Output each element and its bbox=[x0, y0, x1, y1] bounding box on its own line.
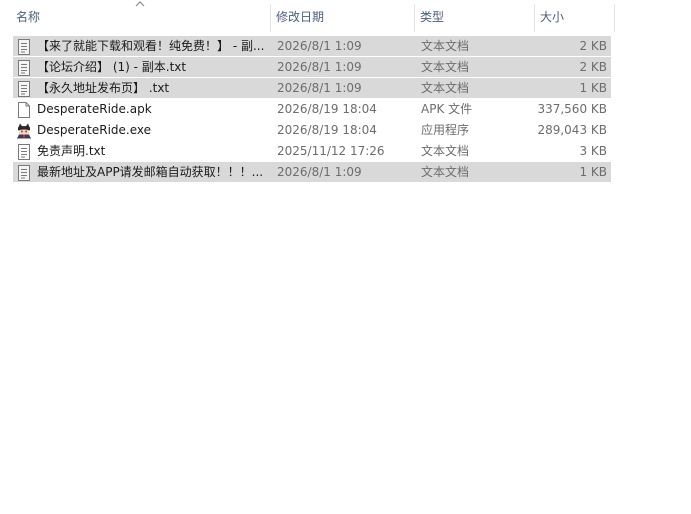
file-type: 文本文档 bbox=[421, 60, 470, 74]
file-row[interactable]: 【永久地址发布页】 .txt 2026/8/1 1:09 文本文档 1 KB bbox=[13, 78, 611, 99]
file-type: 文本文档 bbox=[421, 144, 470, 158]
column-header-size[interactable]: 大小 bbox=[534, 0, 614, 34]
file-date: 2026/8/1 1:09 bbox=[277, 60, 362, 74]
text-document-icon bbox=[18, 60, 30, 76]
blank-file-icon bbox=[18, 102, 30, 118]
file-type: APK 文件 bbox=[421, 102, 473, 116]
file-type: 文本文档 bbox=[421, 81, 470, 95]
column-header-bar: 名称 修改日期 类型 大小 bbox=[0, 0, 691, 34]
file-name: 【论坛介绍】 (1) - 副本.txt bbox=[37, 60, 187, 74]
file-name: 【来了就能下载和观看！纯免费！】 - 副... bbox=[37, 39, 265, 53]
file-row[interactable]: DesperateRide.exe 2026/8/19 18:04 应用程序 2… bbox=[13, 120, 611, 141]
file-size: 2 KB bbox=[579, 60, 607, 74]
file-name: DesperateRide.exe bbox=[37, 123, 152, 137]
file-name: DesperateRide.apk bbox=[37, 102, 152, 116]
column-header-name[interactable]: 名称 bbox=[10, 0, 270, 34]
file-date: 2026/8/19 18:04 bbox=[277, 123, 377, 137]
file-row[interactable]: 【论坛介绍】 (1) - 副本.txt 2026/8/1 1:09 文本文档 2… bbox=[13, 57, 611, 78]
text-document-icon bbox=[18, 165, 30, 181]
column-divider[interactable] bbox=[614, 4, 615, 32]
file-date: 2026/8/19 18:04 bbox=[277, 102, 377, 116]
file-date: 2026/8/1 1:09 bbox=[277, 165, 362, 179]
file-name: 最新地址及APP请发邮箱自动获取！！！... bbox=[37, 165, 264, 179]
file-type: 文本文档 bbox=[421, 165, 470, 179]
column-header-type[interactable]: 类型 bbox=[414, 0, 534, 34]
file-size: 1 KB bbox=[579, 81, 607, 95]
app-character-icon bbox=[17, 123, 31, 139]
column-header-date[interactable]: 修改日期 bbox=[270, 0, 414, 34]
file-date: 2026/8/1 1:09 bbox=[277, 81, 362, 95]
file-size: 289,043 KB bbox=[537, 123, 607, 137]
file-date: 2026/8/1 1:09 bbox=[277, 39, 362, 53]
text-document-icon bbox=[18, 81, 30, 97]
file-row[interactable]: 【来了就能下载和观看！纯免费！】 - 副... 2026/8/1 1:09 文本… bbox=[13, 36, 611, 57]
file-name: 免责声明.txt bbox=[37, 144, 106, 158]
file-size: 3 KB bbox=[579, 144, 607, 158]
file-row[interactable]: 最新地址及APP请发邮箱自动获取！！！... 2026/8/1 1:09 文本文… bbox=[13, 162, 611, 183]
file-type: 文本文档 bbox=[421, 39, 470, 53]
file-size: 2 KB bbox=[579, 39, 607, 53]
file-size: 337,560 KB bbox=[537, 102, 607, 116]
file-row[interactable]: DesperateRide.apk 2026/8/19 18:04 APK 文件… bbox=[13, 99, 611, 120]
file-row[interactable]: 免责声明.txt 2025/11/12 17:26 文本文档 3 KB bbox=[13, 141, 611, 162]
text-document-icon bbox=[18, 39, 30, 55]
text-document-icon bbox=[18, 144, 30, 160]
file-list: 【来了就能下载和观看！纯免费！】 - 副... 2026/8/1 1:09 文本… bbox=[13, 36, 611, 183]
file-type: 应用程序 bbox=[421, 123, 470, 137]
file-name: 【永久地址发布页】 .txt bbox=[37, 81, 170, 95]
file-size: 1 KB bbox=[579, 165, 607, 179]
file-date: 2025/11/12 17:26 bbox=[277, 144, 385, 158]
